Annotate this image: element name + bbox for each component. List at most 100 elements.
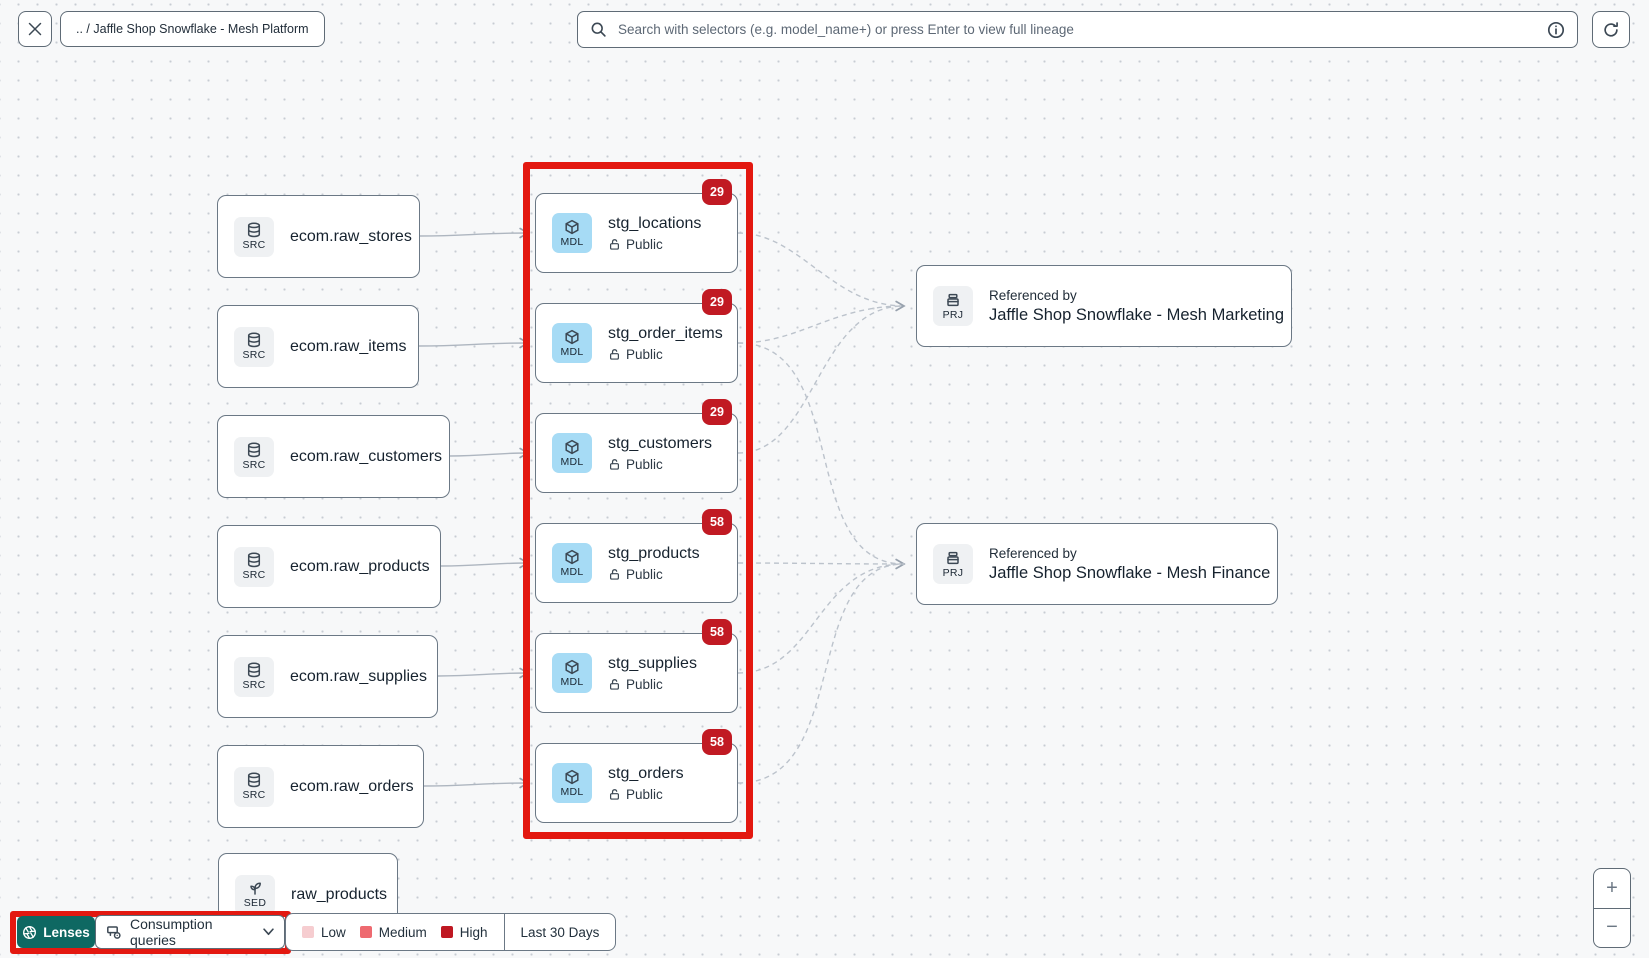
cube-icon [564, 219, 580, 235]
node-name: stg_locations [608, 215, 701, 233]
unlock-icon [608, 568, 621, 581]
source-node-ecom-raw_products[interactable]: SRC ecom.raw_products [217, 525, 441, 608]
model-type-chip: MDL [552, 213, 592, 253]
cube-icon [564, 549, 580, 565]
unlock-icon [608, 678, 621, 691]
search-bar[interactable] [577, 11, 1578, 48]
cube-icon [564, 439, 580, 455]
project-type-label: PRJ [943, 567, 964, 579]
model-type-label: MDL [560, 346, 583, 358]
search-input[interactable] [616, 21, 1547, 38]
time-range-button[interactable]: Last 30 Days [504, 914, 616, 950]
referenced-by-label: Referenced by [989, 546, 1270, 561]
seed-type-chip: SED [235, 875, 275, 915]
close-button[interactable] [18, 11, 52, 47]
lens-legend: Low Medium High [286, 914, 504, 950]
lineage-canvas[interactable]: .. / Jaffle Shop Snowflake - Mesh Platfo… [0, 0, 1649, 958]
model-type-chip: MDL [552, 433, 592, 473]
source-type-label: SRC [242, 679, 265, 691]
lens-aperture-icon [22, 925, 37, 940]
unlock-icon [608, 458, 621, 471]
reference-node-mesh-marketing[interactable]: PRJ Referenced by Jaffle Shop Snowflake … [916, 265, 1292, 347]
lenses-button[interactable]: Lenses [17, 916, 95, 948]
database-icon [246, 772, 262, 788]
source-node-ecom-raw_customers[interactable]: SRC ecom.raw_customers [217, 415, 450, 498]
model-node-stg_products[interactable]: 58 MDL stg_products Public [535, 523, 738, 603]
lenses-button-label: Lenses [43, 925, 90, 940]
referenced-by-label: Referenced by [989, 288, 1284, 303]
model-type-label: MDL [560, 676, 583, 688]
project-archive-icon [945, 550, 961, 566]
query-count-badge: 29 [702, 399, 732, 425]
source-type-label: SRC [242, 569, 265, 581]
access-label: Public [626, 457, 663, 472]
seedling-icon [247, 880, 263, 896]
node-name: ecom.raw_supplies [290, 668, 427, 686]
query-count-badge: 29 [702, 289, 732, 315]
refresh-icon [1602, 21, 1620, 39]
legend-swatch-low [302, 926, 314, 938]
search-icon [590, 21, 607, 38]
project-type-label: PRJ [943, 309, 964, 321]
time-range-label: Last 30 Days [521, 925, 600, 940]
node-name: ecom.raw_products [290, 558, 430, 576]
zoom-out-button[interactable]: − [1594, 909, 1630, 948]
database-icon [246, 552, 262, 568]
source-type-label: SRC [242, 239, 265, 251]
model-type-chip: MDL [552, 323, 592, 363]
project-type-chip: PRJ [933, 286, 973, 326]
unlock-icon [608, 788, 621, 801]
node-name: ecom.raw_orders [290, 778, 414, 796]
node-name: ecom.raw_items [290, 338, 406, 356]
model-type-chip: MDL [552, 653, 592, 693]
model-node-stg_orders[interactable]: 58 MDL stg_orders Public [535, 743, 738, 823]
legend-label-medium: Medium [379, 925, 427, 940]
node-name: Jaffle Shop Snowflake - Mesh Finance [989, 564, 1270, 583]
lens-selector[interactable]: Consumption queries [95, 915, 285, 949]
source-node-ecom-raw_orders[interactable]: SRC ecom.raw_orders [217, 745, 424, 828]
zoom-in-button[interactable]: + [1594, 869, 1630, 909]
model-type-chip: MDL [552, 543, 592, 583]
unlock-icon [608, 348, 621, 361]
model-node-stg_locations[interactable]: 29 MDL stg_locations Public [535, 193, 738, 273]
node-name: stg_customers [608, 435, 712, 453]
source-node-ecom-raw_stores[interactable]: SRC ecom.raw_stores [217, 195, 420, 278]
unlock-icon [608, 238, 621, 251]
cube-icon [564, 329, 580, 345]
info-icon[interactable] [1547, 21, 1565, 39]
model-type-label: MDL [560, 456, 583, 468]
node-name: Jaffle Shop Snowflake - Mesh Marketing [989, 306, 1284, 325]
source-type-label: SRC [242, 349, 265, 361]
source-type-chip: SRC [234, 547, 274, 587]
source-type-chip: SRC [234, 217, 274, 257]
model-type-label: MDL [560, 786, 583, 798]
database-icon [246, 332, 262, 348]
access-label: Public [626, 567, 663, 582]
model-type-label: MDL [560, 236, 583, 248]
model-node-stg_order_items[interactable]: 29 MDL stg_order_items Public [535, 303, 738, 383]
model-node-stg_supplies[interactable]: 58 MDL stg_supplies Public [535, 633, 738, 713]
source-type-chip: SRC [234, 657, 274, 697]
model-node-stg_customers[interactable]: 29 MDL stg_customers Public [535, 413, 738, 493]
breadcrumb[interactable]: .. / Jaffle Shop Snowflake - Mesh Platfo… [60, 11, 325, 47]
consumption-queries-icon [106, 924, 122, 940]
legend-label-high: High [460, 925, 488, 940]
source-node-ecom-raw_supplies[interactable]: SRC ecom.raw_supplies [217, 635, 438, 718]
query-count-badge: 58 [702, 619, 732, 645]
node-name: ecom.raw_customers [290, 448, 442, 466]
source-type-label: SRC [242, 789, 265, 801]
node-name: ecom.raw_stores [290, 228, 412, 246]
minus-icon: − [1606, 916, 1618, 939]
source-type-chip: SRC [234, 767, 274, 807]
plus-icon: + [1606, 877, 1618, 900]
reference-node-mesh-finance[interactable]: PRJ Referenced by Jaffle Shop Snowflake … [916, 523, 1278, 605]
close-icon [27, 21, 43, 37]
refresh-button[interactable] [1592, 11, 1630, 48]
query-count-badge: 29 [702, 179, 732, 205]
source-node-ecom-raw_items[interactable]: SRC ecom.raw_items [217, 305, 419, 388]
zoom-controls: + − [1593, 868, 1631, 948]
query-count-badge: 58 [702, 729, 732, 755]
database-icon [246, 442, 262, 458]
legend-label-low: Low [321, 925, 346, 940]
query-count-badge: 58 [702, 509, 732, 535]
